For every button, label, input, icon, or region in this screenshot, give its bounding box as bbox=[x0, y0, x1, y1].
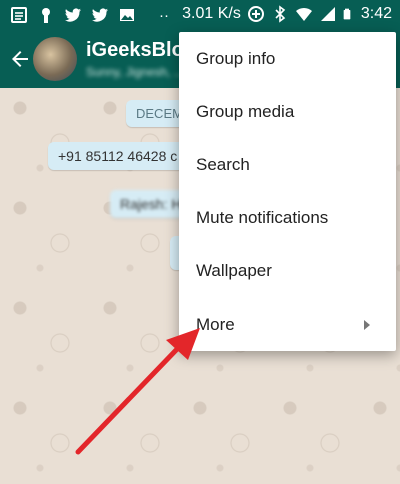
image-icon bbox=[120, 9, 134, 21]
menu-item-wallpaper[interactable]: Wallpaper bbox=[179, 244, 396, 297]
menu-item-label: Group media bbox=[196, 101, 295, 121]
twitter-icon bbox=[92, 8, 108, 22]
menu-item-label: Search bbox=[196, 154, 250, 174]
menu-item-label: Group info bbox=[196, 48, 276, 68]
back-arrow-icon[interactable] bbox=[8, 47, 32, 71]
clock: 3:42 bbox=[360, 5, 392, 22]
menu-item-mute-notifications[interactable]: Mute notifications bbox=[179, 191, 396, 244]
battery-icon bbox=[343, 8, 351, 20]
twitter-icon bbox=[65, 8, 81, 22]
menu-item-more[interactable]: More bbox=[179, 298, 396, 351]
notes-icon bbox=[11, 7, 27, 23]
menu-item-label: Mute notifications bbox=[196, 207, 329, 227]
menu-item-search[interactable]: Search bbox=[179, 138, 396, 191]
overflow-menu: Group info Group media Search Mute notif… bbox=[179, 32, 396, 351]
signal-icon bbox=[320, 7, 335, 21]
status-dots: ·· bbox=[159, 6, 169, 24]
menu-item-label: More bbox=[196, 314, 235, 334]
group-participants[interactable]: Sunny, Jignesh, ... bbox=[86, 65, 184, 79]
status-bar-system: 3.01 K/s 3:42 bbox=[182, 5, 392, 23]
bluetooth-icon bbox=[275, 5, 286, 23]
menu-item-group-info[interactable]: Group info bbox=[179, 32, 396, 85]
keyhole-icon bbox=[42, 8, 50, 23]
menu-item-group-media[interactable]: Group media bbox=[179, 85, 396, 138]
status-bar: ·· 3.01 K/s 3:42 bbox=[0, 0, 400, 30]
data-saver-icon bbox=[247, 6, 264, 22]
submenu-arrow-icon bbox=[364, 320, 370, 330]
menu-item-label: Wallpaper bbox=[196, 260, 272, 280]
wifi-icon bbox=[295, 7, 312, 21]
status-bar-notifications: ·· bbox=[10, 6, 169, 24]
network-speed: 3.01 K/s bbox=[182, 5, 241, 22]
group-avatar[interactable] bbox=[33, 37, 77, 81]
